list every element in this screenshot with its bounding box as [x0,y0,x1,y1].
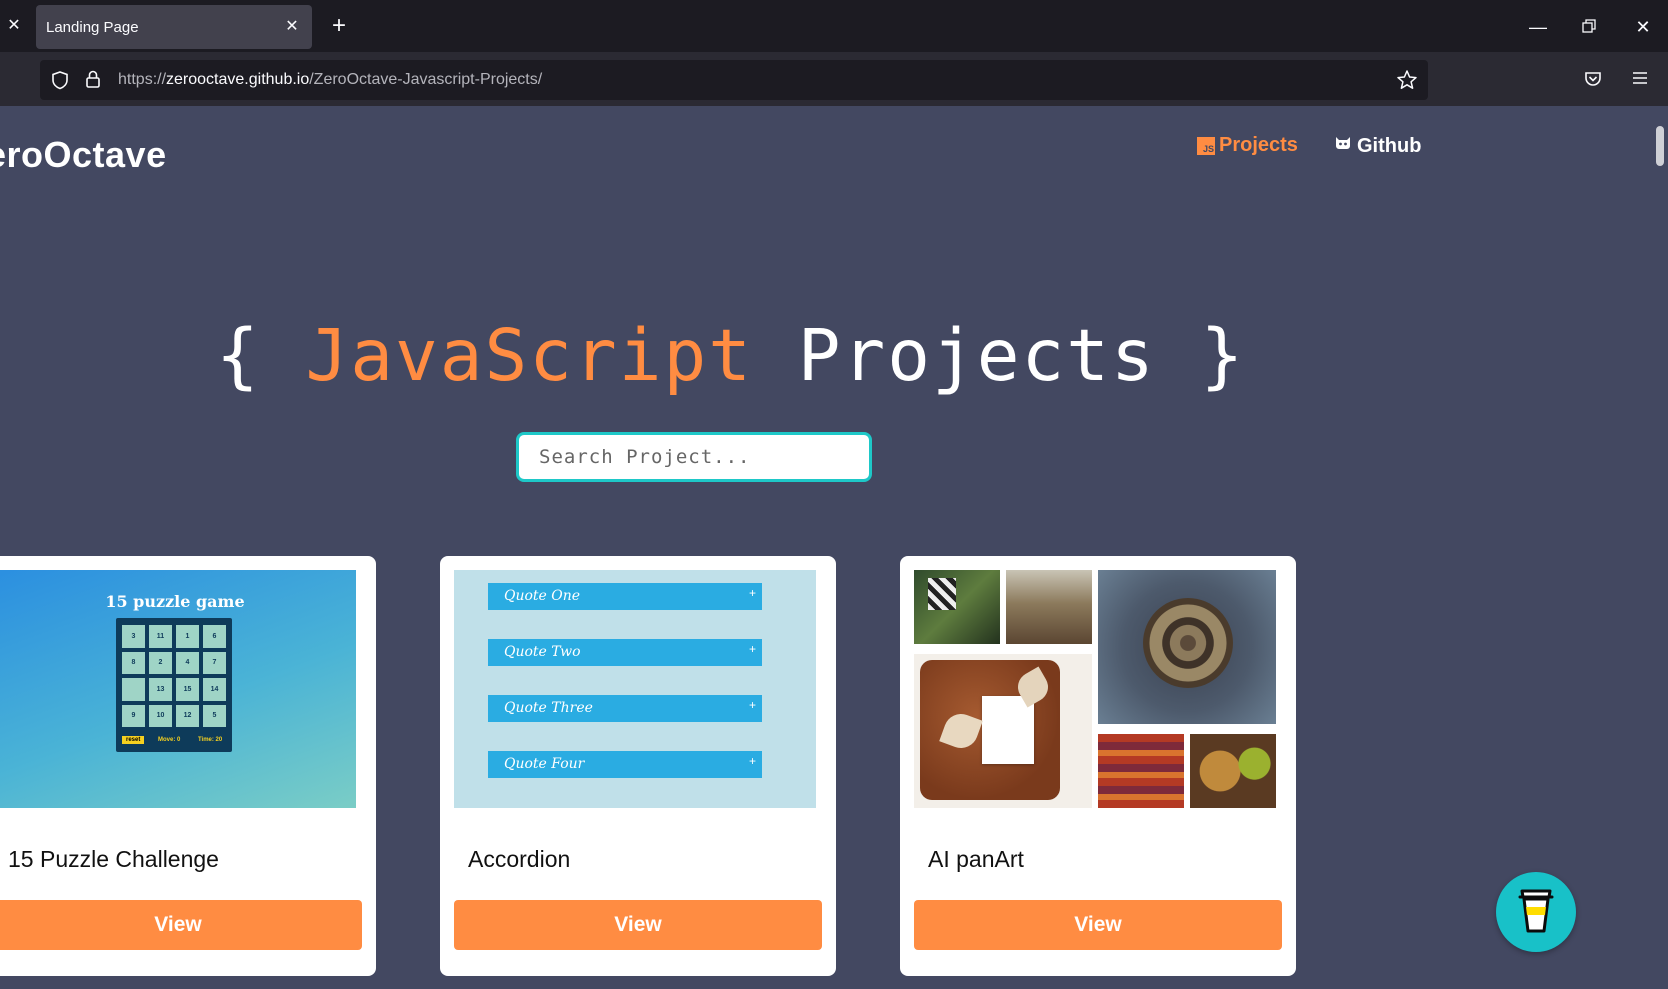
restore-icon[interactable] [1572,12,1606,42]
puzzle-tile: 9 [121,703,146,728]
puzzle-heading: 15 puzzle game [105,592,245,611]
url-path: /ZeroOctave-Javascript-Projects/ [309,71,543,88]
tab-title: Landing Page [46,19,139,36]
accordion-item-label: Quote Three [504,700,593,716]
puzzle-tile: 6 [202,624,227,649]
accordion-item: Quote Two + [488,639,762,666]
close-tab-icon[interactable]: ✕ [4,16,24,36]
accordion-plus-icon: + [748,698,756,712]
coffee-cup-icon [1516,885,1556,940]
shield-icon[interactable] [50,70,70,95]
minimize-icon[interactable]: — [1521,12,1555,42]
accordion-plus-icon: + [748,754,756,768]
puzzle-tile [121,677,146,702]
puzzle-tile: 7 [202,650,227,675]
github-icon [1333,134,1353,158]
url-text[interactable]: https://zerooctave.github.io/ZeroOctave-… [118,71,542,89]
collage-tile-knit [914,654,1092,808]
puzzle-tile: 11 [148,624,173,649]
accordion-item: Quote Three + [488,695,762,722]
accordion-plus-icon: + [748,642,756,656]
collage-tile-spools [1190,734,1276,808]
puzzle-reset-button: reset [122,736,145,744]
collage-tile-arcade [1006,570,1092,644]
collage-tile-ornament [1098,570,1276,724]
hamburger-menu-icon[interactable] [1631,69,1649,92]
bookmark-star-icon[interactable] [1396,69,1418,96]
card-title: 15 Puzzle Challenge [8,846,219,872]
scrollbar-thumb[interactable] [1656,126,1664,166]
search-input[interactable] [516,432,872,482]
card-title: AI panArt [928,846,1024,872]
close-window-icon[interactable]: ✕ [1626,12,1660,42]
lock-icon[interactable] [84,69,102,94]
accordion-plus-icon: + [748,586,756,600]
js-icon: JS [1197,136,1215,155]
puzzle-time: Time: 20 [198,737,223,743]
puzzle-tile: 8 [121,650,146,675]
project-card: Quote One + Quote Two + Quote Three + Quote Fo… [440,556,836,976]
accordion-item-label: Quote Two [504,644,581,660]
puzzle-tile: 13 [148,677,173,702]
brand-logo[interactable]: eroOctave [0,134,167,176]
puzzle-board: 3 11 1 6 8 2 4 7 13 15 14 9 10 12 5 reset Move: 0 Time… [116,618,232,752]
page-scrollbar[interactable] [1650,106,1668,989]
hero-close-brace: } [1200,314,1246,397]
puzzle-tile: 3 [121,624,146,649]
tab-strip: ✕ Landing Page ✕ + — ✕ [0,0,1668,52]
puzzle-tile: 14 [202,677,227,702]
accordion-item: Quote Four + [488,751,762,778]
puzzle-tile: 1 [175,624,200,649]
puzzle-preview-image: 15 puzzle game 3 11 1 6 8 2 4 7 13 15 14 9 10 12 5 res… [0,570,356,808]
hero-word-projects: Projects [797,314,1156,397]
puzzle-tile: 15 [175,677,200,702]
project-card: AI panArt View [900,556,1296,976]
puzzle-tile: 4 [175,650,200,675]
project-card: 15 puzzle game 3 11 1 6 8 2 4 7 13 15 14 9 10 12 5 res… [0,556,376,976]
tab-landing-page[interactable]: Landing Page ✕ [36,5,312,49]
accordion-item: Quote One + [488,583,762,610]
view-button[interactable]: View [454,900,822,950]
url-host: zerooctave.github.io [166,71,310,88]
collage-tile-plants [914,570,1000,644]
hero-word-javascript: JavaScript [305,314,753,397]
hero-open-brace: { [216,314,261,397]
new-tab-button[interactable]: + [324,12,354,42]
accordion-preview-image: Quote One + Quote Two + Quote Three + Quote Fo… [454,570,816,808]
page-title: { JavaScript Projects } [216,314,1245,397]
nav-github-label: Github [1357,134,1422,157]
view-button[interactable]: View [914,900,1282,950]
url-bar[interactable]: https://zerooctave.github.io/ZeroOctave-… [40,60,1428,100]
collage-tile-fabrics [1098,734,1184,808]
view-button[interactable]: View [0,900,362,950]
navigation-toolbar: https://zerooctave.github.io/ZeroOctave-… [0,52,1668,107]
puzzle-moves: Move: 0 [158,737,181,743]
accordion-item-label: Quote One [504,588,581,604]
card-title: Accordion [468,846,571,872]
close-tab-icon[interactable]: ✕ [282,17,302,37]
accordion-item-label: Quote Four [504,756,585,772]
nav-github-link[interactable]: Github [1333,134,1421,158]
buy-me-a-coffee-button[interactable] [1496,872,1576,952]
puzzle-tile: 12 [175,703,200,728]
panart-preview-image [914,570,1276,808]
nav-projects-label: Projects [1219,134,1298,156]
page-viewport: eroOctave JS Projects Github { JavaScrip… [0,106,1650,989]
nav-projects-link[interactable]: JS Projects [1197,134,1298,157]
pocket-icon[interactable] [1583,69,1603,94]
url-prefix: https:// [118,71,167,88]
puzzle-tile: 10 [148,703,173,728]
puzzle-tile: 2 [148,650,173,675]
puzzle-tile: 5 [202,703,227,728]
